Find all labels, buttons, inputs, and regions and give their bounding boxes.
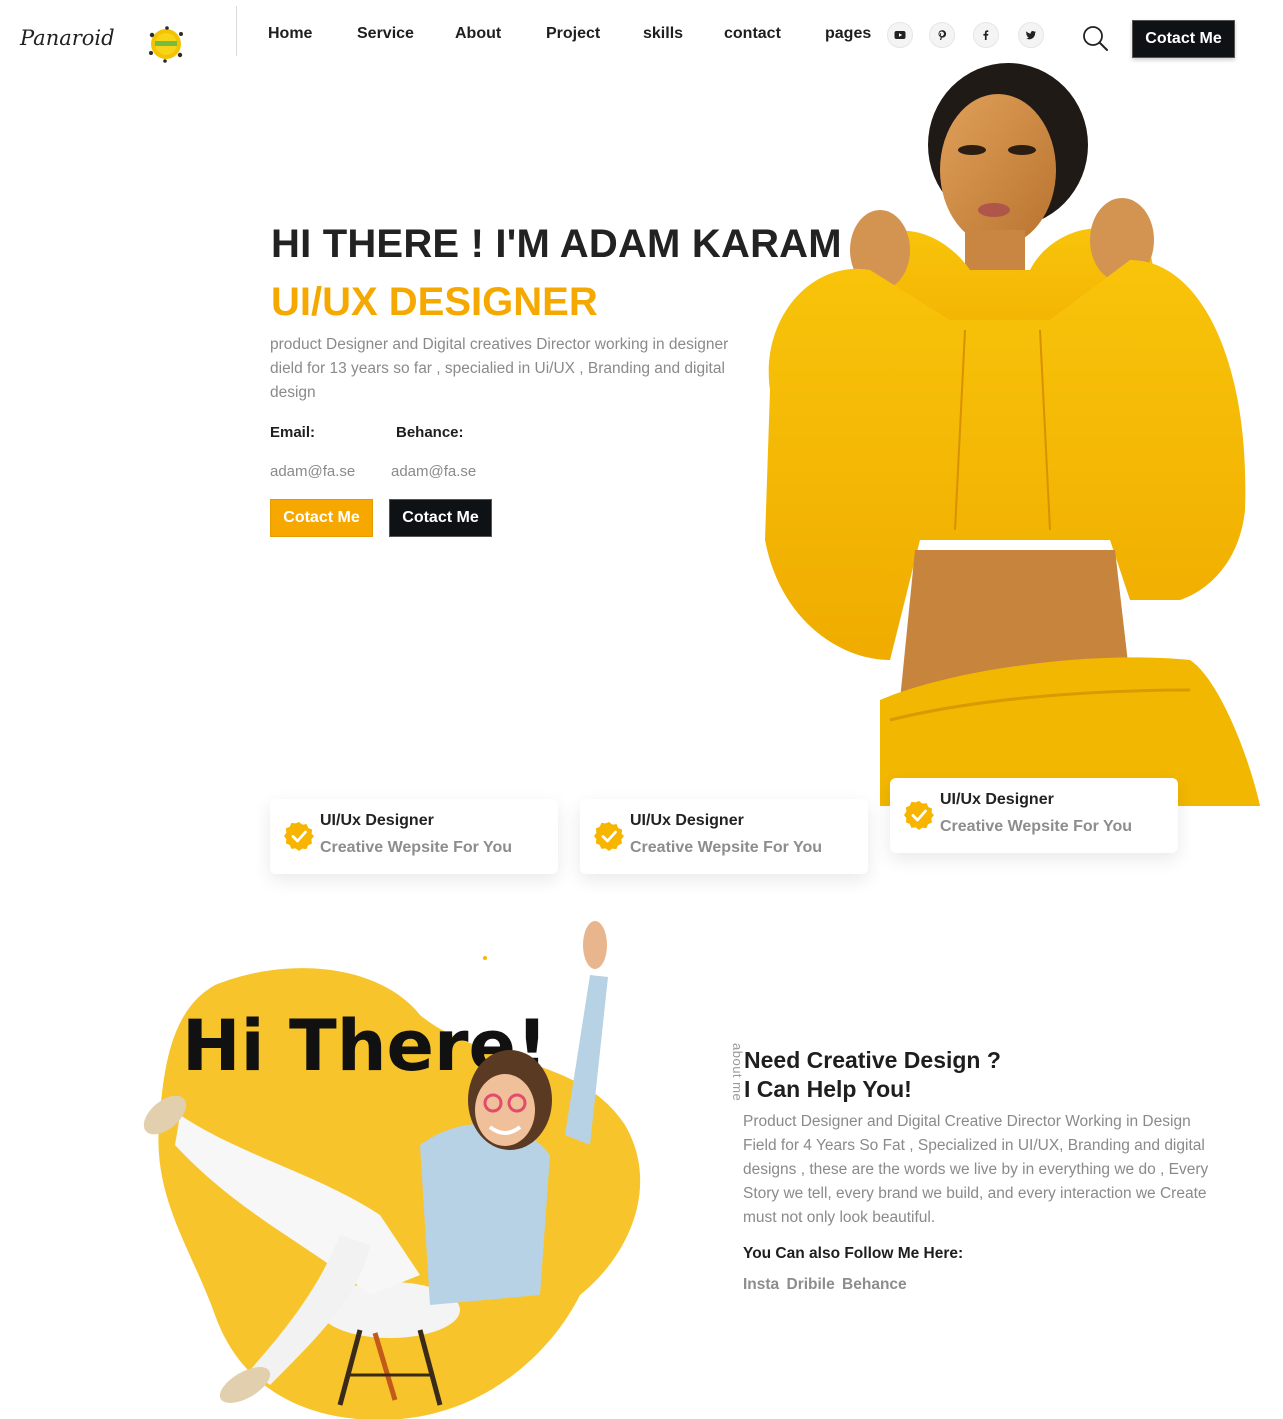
feature-subtitle: Creative Wepsite For You — [630, 839, 823, 856]
nav-skills[interactable]: skills — [643, 25, 683, 43]
pinterest-button[interactable] — [929, 22, 955, 48]
feature-title: UI/Ux Designer — [630, 812, 744, 829]
hero-portrait-image — [765, 63, 1260, 806]
social-link-dribbble[interactable]: Dribile — [787, 1276, 835, 1293]
twitter-icon — [1026, 31, 1036, 40]
email-label: Email: — [270, 424, 316, 441]
feature-subtitle: Creative Wepsite For You — [320, 839, 513, 856]
nav-contact[interactable]: contact — [724, 25, 781, 43]
follow-links: Insta Dribile Behance — [743, 1276, 910, 1294]
search-icon[interactable] — [1081, 24, 1109, 52]
pinterest-icon — [938, 30, 947, 40]
feature-card: UI/Ux Designer Creative Wepsite For You — [270, 799, 558, 874]
nav-about[interactable]: About — [455, 25, 501, 43]
follow-label: You Can also Follow Me Here: — [743, 1245, 964, 1262]
hero-description: product Designer and Digital creatives D… — [270, 336, 729, 401]
about-title-line1: Need Creative Design ? — [744, 1047, 1001, 1073]
nav-project[interactable]: Project — [546, 25, 600, 43]
site-logo[interactable]: Panaroid — [20, 26, 115, 50]
feature-subtitle: Creative Wepsite For You — [940, 818, 1133, 835]
nav-pages[interactable]: pages — [825, 25, 871, 43]
social-link-insta[interactable]: Insta — [743, 1276, 779, 1293]
about-title-line2: I Can Help You! — [744, 1076, 912, 1102]
nav-home[interactable]: Home — [268, 25, 312, 43]
about-vertical-label: about me — [730, 1043, 745, 1102]
facebook-button[interactable] — [973, 22, 999, 48]
feature-card: UI/Ux Designer Creative Wepsite For You — [580, 799, 868, 874]
header-contact-button[interactable]: Cotact Me — [1132, 20, 1235, 58]
check-badge-icon — [904, 801, 934, 830]
hero-contact-button-dark[interactable]: Cotact Me — [389, 499, 492, 537]
about-description: Product Designer and Digital Creative Di… — [743, 1113, 1209, 1226]
check-badge-icon — [594, 822, 624, 851]
header-divider — [236, 6, 237, 56]
about-illustration-image: Hi There! — [143, 921, 640, 1419]
feature-title: UI/Ux Designer — [940, 791, 1054, 808]
behance-label: Behance: — [396, 424, 464, 441]
feature-title: UI/Ux Designer — [320, 812, 434, 829]
hero-role: UI/UX DESIGNER — [271, 280, 598, 324]
social-link-behance[interactable]: Behance — [842, 1276, 907, 1293]
check-badge-icon — [284, 822, 314, 851]
nav-service[interactable]: Service — [357, 25, 414, 43]
behance-value: adam@fa.se — [391, 463, 477, 480]
youtube-icon — [894, 31, 906, 39]
logo-badge-icon — [149, 26, 183, 63]
twitter-button[interactable] — [1018, 22, 1044, 48]
feature-card: UI/Ux Designer Creative Wepsite For You — [890, 778, 1178, 853]
facebook-icon — [983, 30, 989, 40]
hero-contact-button[interactable]: Cotact Me — [270, 499, 373, 537]
about-title: Need Creative Design ? I Can Help You! — [744, 1046, 1001, 1104]
youtube-button[interactable] — [887, 22, 913, 48]
email-value: adam@fa.se — [270, 463, 356, 480]
